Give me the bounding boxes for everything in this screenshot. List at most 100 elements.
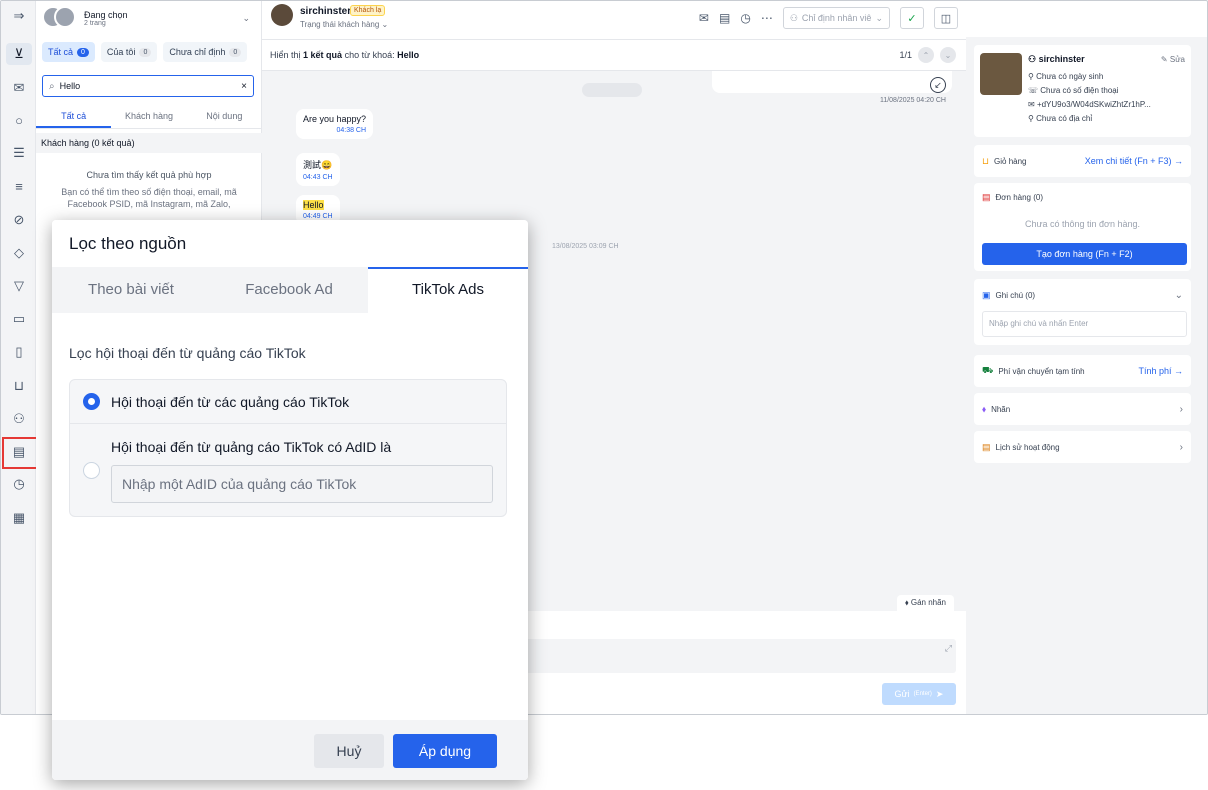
- clear-icon[interactable]: ×: [241, 81, 247, 92]
- edit-profile-button[interactable]: ✎ Sửa: [1161, 55, 1185, 64]
- cancel-button[interactable]: Huỷ: [314, 734, 384, 768]
- date-pill: [582, 83, 642, 97]
- notes-header[interactable]: ▣ Ghi chú (0) ⌄: [974, 279, 1191, 311]
- option-all-row[interactable]: Hội thoại đến từ các quảng cáo TikTok: [70, 380, 506, 424]
- search-result-keyword: Hello: [397, 50, 420, 60]
- send-icon: ➤: [935, 688, 944, 699]
- message-text: Are you happy?: [303, 114, 367, 124]
- note-icon: ▣: [982, 289, 991, 300]
- adid-input[interactable]: Nhập một AdID của quảng cáo TikTok: [111, 465, 493, 503]
- birthday-row: ⚲ Chưa có ngày sinh: [1028, 72, 1104, 81]
- shipping-card[interactable]: ⛟ Phí vận chuyển tạm tính Tính phí →: [974, 355, 1191, 387]
- tab-facebook-ad[interactable]: Facebook Ad: [210, 267, 368, 313]
- expand-menu-icon[interactable]: ⇒: [6, 5, 32, 27]
- empty-title: Chưa tìm thấy kết quả phù hợp: [86, 170, 212, 180]
- result-tab-content[interactable]: Nội dung: [187, 105, 262, 128]
- incoming-message: Are you happy? 04:38 CH: [296, 109, 374, 139]
- expand-icon[interactable]: ⤢: [945, 643, 952, 654]
- note-icon[interactable]: ▤: [719, 11, 730, 25]
- result-tab-customers[interactable]: Khách hàng: [111, 105, 186, 128]
- tag-icon[interactable]: ◇: [6, 242, 32, 264]
- calendar-icon[interactable]: ▦: [6, 507, 32, 529]
- search-value: Hello: [59, 81, 81, 91]
- search-result-count: 1 kết quả: [303, 50, 343, 60]
- apply-button[interactable]: Áp dụng: [393, 734, 497, 768]
- mail-icon[interactable]: ✉: [6, 77, 32, 99]
- empty-description: Bạn có thể tìm theo số điện thoại, email…: [61, 187, 237, 209]
- result-tab-all[interactable]: Tất cả: [36, 105, 112, 128]
- customers-result-header: Khách hàng (0 kết quả): [36, 133, 262, 153]
- tag-icon: ⬧: [982, 403, 987, 414]
- panel-icon: ◫: [940, 12, 952, 25]
- message-time: 04:43 CH: [303, 174, 333, 181]
- message-input[interactable]: [512, 639, 956, 673]
- create-order-button[interactable]: Tạo đơn hàng (Fn + F2): [982, 243, 1187, 265]
- note-input[interactable]: Nhập ghi chú và nhấn Enter: [982, 311, 1187, 337]
- filter-tabs: Tất cả 0 Của tôi 0 Chưa chỉ định 0: [42, 42, 248, 62]
- tab-tiktok-ads[interactable]: TikTok Ads: [368, 267, 528, 313]
- chevron-down-icon: ⌄: [875, 12, 883, 23]
- chevron-right-icon: ›: [1179, 441, 1183, 453]
- cart-label: Giỏ hàng: [994, 156, 1027, 166]
- result-navigation: 1/1 ⌃ ⌄: [899, 47, 956, 63]
- dialog-title: Lọc theo nguồn: [69, 234, 187, 253]
- send-button[interactable]: Gửi (Enter) ➤: [882, 683, 956, 705]
- left-rail: ⇒ ⊻ ✉ ○ ☰ ≡ ⊘ ◇ ▽ ▭ ▯ ⊔ ⚇ ▤ ◷ ▦: [1, 1, 36, 714]
- comment-icon[interactable]: ▭: [6, 308, 32, 330]
- tag-icon: ⬧: [905, 598, 909, 607]
- result-tabs: Tất cả Khách hàng Nội dung: [36, 105, 262, 129]
- reply-icon[interactable]: ↙: [930, 77, 946, 93]
- hidden-eye-icon[interactable]: ⊘: [6, 209, 32, 231]
- calculate-fee-link[interactable]: Tính phí →: [1138, 366, 1183, 376]
- checklist-icon[interactable]: ≡: [6, 175, 32, 197]
- tab-mine[interactable]: Của tôi 0: [100, 42, 158, 62]
- list-icon[interactable]: ☰: [6, 142, 32, 164]
- radio-all[interactable]: [83, 393, 100, 410]
- send-hint: (Enter): [913, 691, 932, 697]
- profile-name: ⚇ sirchinster: [1028, 54, 1085, 64]
- next-result-button[interactable]: ⌄: [940, 47, 956, 63]
- cart-card[interactable]: ⊔ Giỏ hàng Xem chi tiết (Fn + F3) →: [974, 145, 1191, 177]
- cart-detail-link[interactable]: Xem chi tiết (Fn + F3) →: [1085, 156, 1183, 166]
- more-icon[interactable]: ⋯: [761, 11, 773, 25]
- assign-label-button[interactable]: ⬧ Gán nhãn: [897, 595, 954, 611]
- previous-result-button[interactable]: ⌃: [918, 47, 934, 63]
- history-card[interactable]: ▤ Lịch sử hoạt động ›: [974, 431, 1191, 463]
- incoming-message: 測試😄 04:43 CH: [296, 153, 340, 186]
- profile-card: ⚇ sirchinster ✎ Sửa ⚲ Chưa có ngày sinh …: [974, 45, 1191, 137]
- customer-name[interactable]: sirchinster: [300, 6, 351, 17]
- phone-row: ☏ Chưa có số điện thoại: [1028, 86, 1119, 95]
- inbox-icon[interactable]: ⊻: [6, 43, 32, 65]
- tags-card[interactable]: ⬧ Nhãn ›: [974, 393, 1191, 425]
- customer-status-dropdown[interactable]: Trạng thái khách hàng ⌄: [300, 20, 388, 29]
- calculate-fee-text: Tính phí: [1138, 366, 1172, 376]
- search-result-middle: cho từ khoá:: [344, 50, 395, 60]
- tags-label: Nhãn: [991, 404, 1011, 414]
- tab-by-post[interactable]: Theo bài viết: [52, 267, 210, 313]
- radio-adid[interactable]: [83, 462, 100, 479]
- header-tools: ✉ ▤ ◷ ⋯ ⚇ Chỉ định nhân viê ⌄ ✓ ◫: [699, 7, 958, 29]
- reminder-icon[interactable]: ◷: [740, 11, 750, 25]
- chat-header: sirchinster Khách lạ Trạng thái khách hà…: [262, 1, 966, 39]
- alarm-icon[interactable]: ◷: [6, 473, 32, 495]
- tab-all[interactable]: Tất cả 0: [42, 42, 95, 62]
- user-icon[interactable]: ⚇: [6, 408, 32, 430]
- history-label: Lịch sử hoạt động: [995, 442, 1060, 452]
- source-filter-dialog: Lọc theo nguồn Theo bài viết Facebook Ad…: [52, 220, 528, 780]
- toggle-panel-button[interactable]: ◫: [934, 7, 958, 29]
- orders-card: ▤ Đơn hàng (0) Chưa có thông tin đơn hàn…: [974, 183, 1191, 271]
- tab-unassigned[interactable]: Chưa chỉ định 0: [163, 42, 248, 62]
- address-row: ⚲ Chưa có địa chỉ: [1028, 114, 1093, 123]
- cart-icon[interactable]: ⊔: [6, 375, 32, 397]
- mobile-icon[interactable]: ▯: [6, 341, 32, 363]
- mark-done-button[interactable]: ✓: [900, 7, 924, 29]
- order-icon: ▤: [982, 191, 991, 202]
- search-result-bar: Hiển thị 1 kết quả cho từ khoá: Hello 1/…: [262, 39, 966, 71]
- mark-unread-icon[interactable]: ✉: [699, 11, 709, 25]
- page-selector[interactable]: Đang chọn 2 trang ⌄: [42, 4, 254, 32]
- message-time: 04:38 CH: [336, 127, 367, 134]
- assign-staff-select[interactable]: ⚇ Chỉ định nhân viê ⌄: [782, 7, 890, 29]
- chat-icon[interactable]: ○: [6, 109, 32, 131]
- filter-icon[interactable]: ▽: [6, 275, 32, 297]
- search-input[interactable]: ⌕ Hello ×: [42, 75, 254, 97]
